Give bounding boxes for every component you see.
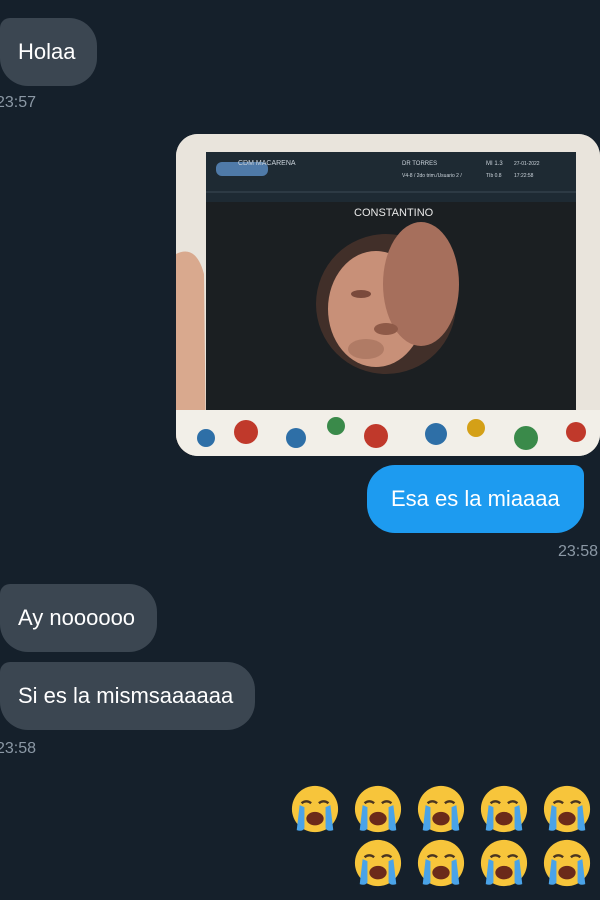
message-bubble-incoming[interactable]: Si es la mismsaaaaaa	[0, 662, 256, 730]
svg-text:CDM MACARENA: CDM MACARENA	[238, 160, 296, 167]
loudly-crying-face-icon	[543, 785, 591, 833]
loudly-crying-face-icon	[480, 839, 528, 887]
loudly-crying-face-icon	[480, 785, 528, 833]
svg-text:17:22:58: 17:22:58	[514, 173, 534, 179]
message-text: Esa es la miaaaa	[391, 486, 560, 511]
message-bubble-incoming[interactable]: Ay noooooo	[0, 584, 158, 652]
loudly-crying-face-icon	[417, 839, 465, 887]
loudly-crying-face-icon	[354, 785, 402, 833]
svg-text:TIb 0.8: TIb 0.8	[486, 173, 502, 179]
loudly-crying-face-icon	[417, 785, 465, 833]
message-timestamp: 23:58	[557, 543, 598, 560]
ultrasound-photo[interactable]: CDM MACARENA DR TORRES V4-8 / 2do trim./…	[176, 134, 600, 456]
loudly-crying-face-icon	[543, 839, 591, 887]
svg-text:CONSTANTINO: CONSTANTINO	[354, 207, 434, 219]
message-bubble-outgoing[interactable]: Esa es la miaaaa	[367, 465, 584, 533]
message-text: Holaa	[18, 39, 76, 64]
svg-text:DR TORRES: DR TORRES	[402, 161, 437, 167]
svg-text:27-01-2022: 27-01-2022	[514, 161, 540, 167]
message-text: Ay noooooo	[18, 605, 136, 630]
emoji-message[interactable]	[285, 784, 600, 894]
message-timestamp: 23:58	[0, 740, 37, 757]
loudly-crying-face-icon	[291, 785, 339, 833]
loudly-crying-face-icon	[354, 839, 402, 887]
svg-text:V4-8 / 2do trim./Usuario 2 /: V4-8 / 2do trim./Usuario 2 /	[402, 173, 462, 179]
message-text: Si es la mismsaaaaaa	[18, 683, 234, 708]
message-bubble-incoming[interactable]: Holaa	[0, 18, 98, 86]
message-timestamp: 23:57	[0, 94, 37, 111]
svg-text:MI 1.3: MI 1.3	[486, 161, 503, 167]
ultrasound-image: CDM MACARENA DR TORRES V4-8 / 2do trim./…	[176, 134, 600, 456]
